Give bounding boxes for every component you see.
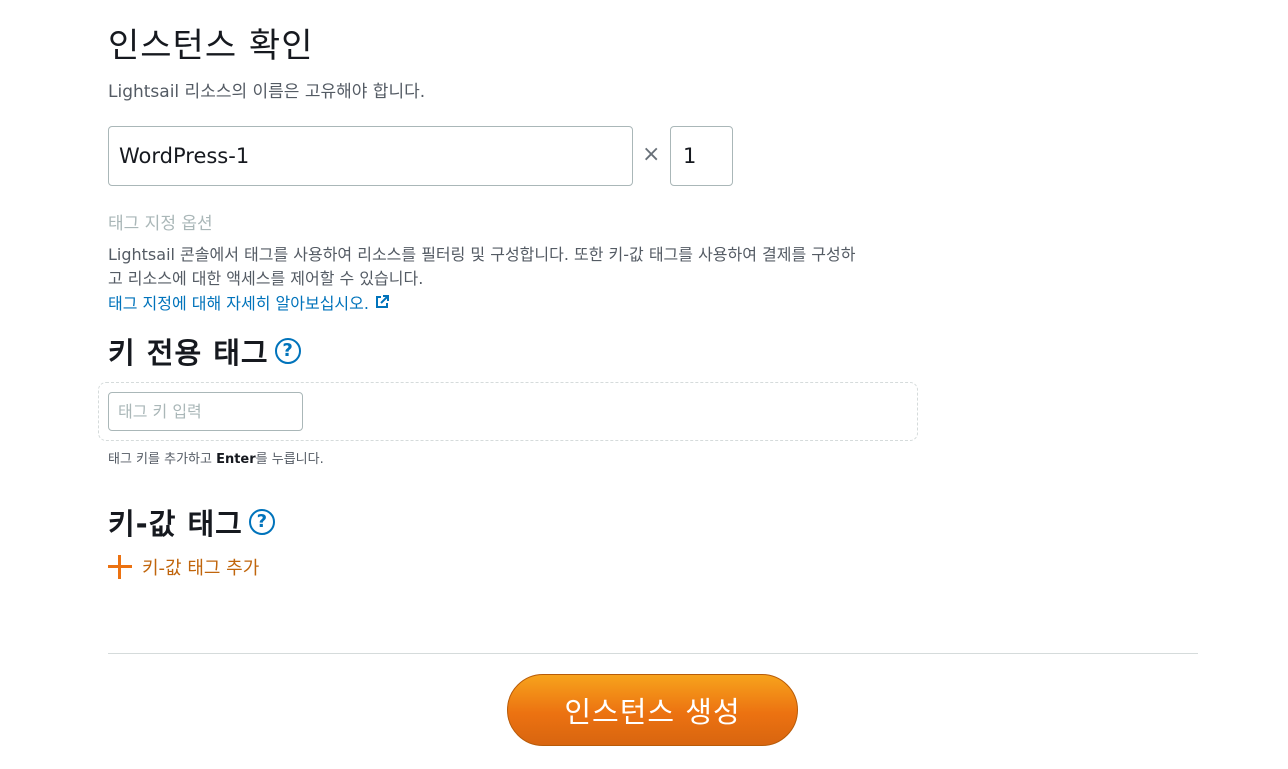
create-instance-button[interactable]: 인스턴스 생성 bbox=[507, 674, 798, 746]
tagging-description: Lightsail 콘솔에서 태그를 사용하여 리소스를 필터링 및 구성합니다… bbox=[108, 245, 856, 288]
tag-key-hint-prefix: 태그 키를 추가하고 bbox=[108, 452, 217, 467]
key-only-help-icon[interactable]: ? bbox=[274, 338, 301, 364]
key-only-tags-title: 키 전용 태그 bbox=[108, 336, 269, 370]
tagging-options-label: 태그 지정 옵션 bbox=[108, 214, 213, 234]
multiply-symbol: × bbox=[642, 142, 661, 167]
tag-key-hint: 태그 키를 추가하고 Enter를 누릅니다. bbox=[108, 448, 324, 467]
name-uniqueness-description: Lightsail 리소스의 이름은 고유해야 합니다. bbox=[108, 82, 426, 102]
instance-count-input[interactable] bbox=[670, 126, 733, 186]
enter-key-label: Enter bbox=[216, 452, 256, 467]
plus-icon bbox=[108, 555, 132, 579]
add-key-value-tag-label: 키-값 태그 추가 bbox=[142, 558, 260, 579]
external-link-icon bbox=[375, 295, 389, 308]
instance-name-input[interactable] bbox=[108, 126, 633, 186]
key-value-tags-title: 키-값 태그 bbox=[108, 507, 243, 541]
key-value-help-icon[interactable]: ? bbox=[248, 509, 275, 535]
page-title: 인스턴스 확인 bbox=[108, 26, 314, 66]
key-only-tags-heading: 키 전용 태그 ? bbox=[108, 330, 301, 372]
learn-more-link-label: 태그 지정에 대해 자세히 알아보십시오. bbox=[108, 294, 369, 313]
add-key-value-tag-button[interactable]: 키-값 태그 추가 bbox=[108, 554, 259, 580]
learn-more-tagging-link[interactable]: 태그 지정에 대해 자세히 알아보십시오. bbox=[108, 290, 389, 314]
divider bbox=[108, 653, 1198, 654]
tag-key-hint-suffix: 를 누릅니다. bbox=[255, 452, 324, 467]
tag-key-input[interactable] bbox=[108, 392, 303, 431]
key-value-tags-heading: 키-값 태그 ? bbox=[108, 501, 275, 543]
